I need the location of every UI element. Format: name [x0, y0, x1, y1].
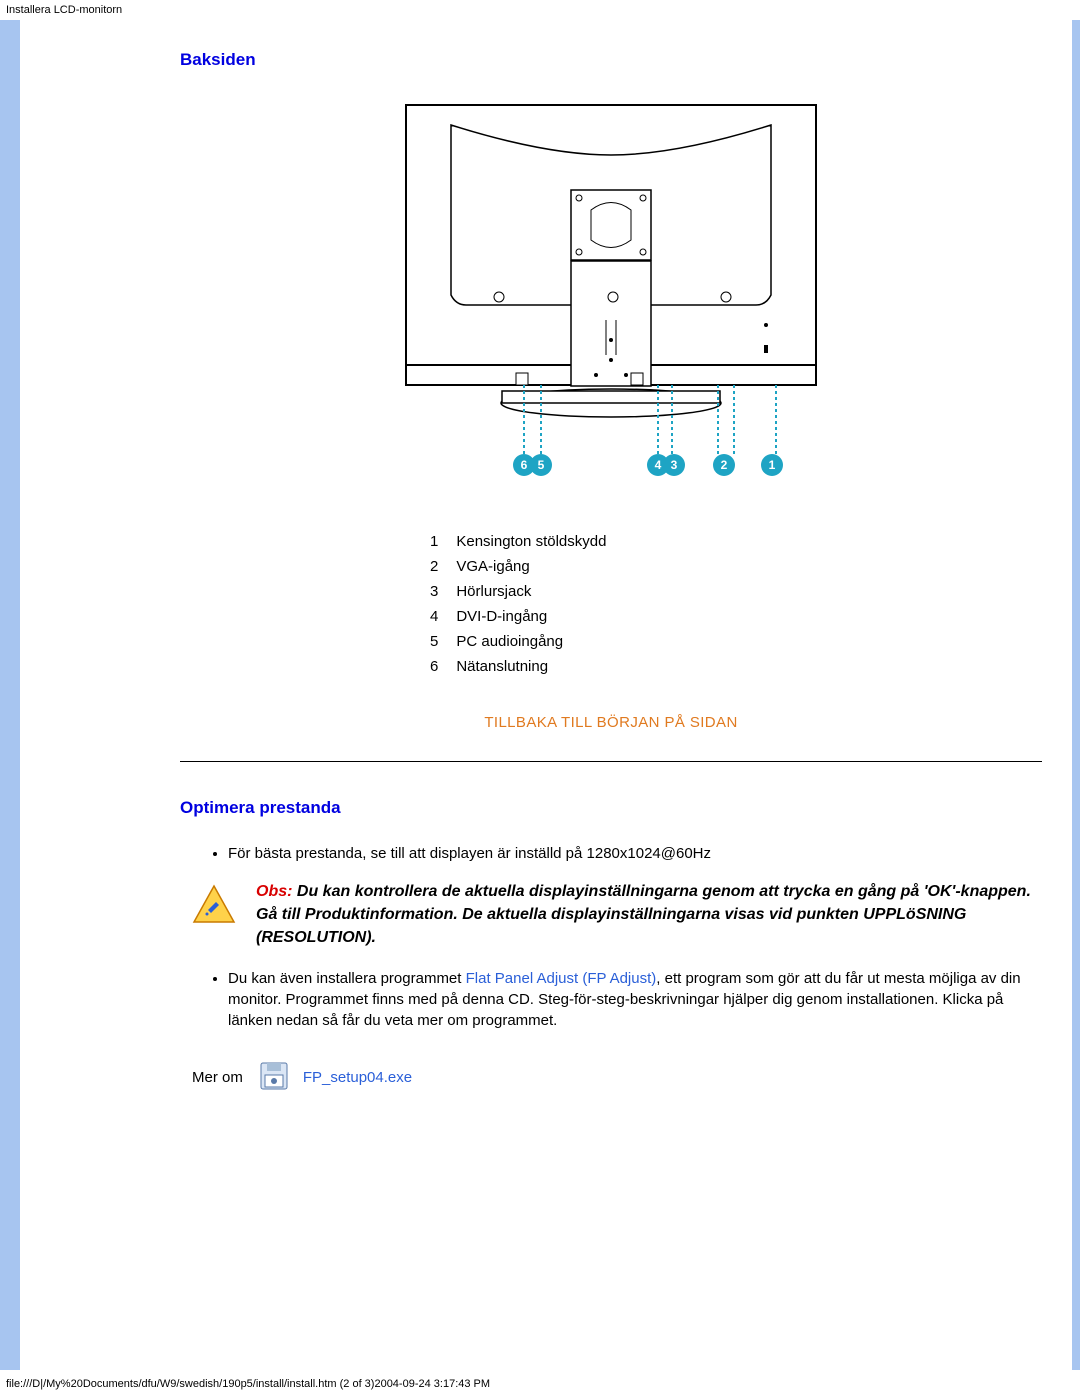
table-row: 3Hörlursjack [430, 579, 624, 604]
svg-text:4: 4 [655, 458, 662, 472]
rear-view-diagram: 6 5 4 3 2 1 [180, 95, 1042, 499]
section-title-baksiden: Baksiden [180, 50, 1042, 70]
bullet2-pre: Du kan även installera programmet [228, 970, 466, 987]
svg-text:6: 6 [521, 458, 528, 472]
exe-link[interactable]: FP_setup04.exe [303, 1069, 412, 1086]
content-frame: Baksiden [0, 20, 1080, 1370]
bullet-item: För bästa prestanda, se till att display… [228, 843, 1042, 864]
note-text: Obs: Du kan kontrollera de aktuella disp… [256, 880, 1042, 950]
table-row: 4DVI-D-ingång [430, 604, 624, 629]
table-row: 2VGA-igång [430, 554, 624, 579]
connector-legend-table: 1Kensington stöldskydd 2VGA-igång 3Hörlu… [430, 529, 624, 679]
table-row: 1Kensington stöldskydd [430, 529, 624, 554]
table-row: 6Nätanslutning [430, 654, 624, 679]
note-obs-label: Obs: [256, 883, 292, 900]
svg-text:5: 5 [538, 458, 545, 472]
page-header-label: Installera LCD-monitorn [0, 0, 1080, 20]
svg-text:1: 1 [769, 458, 776, 472]
mer-om-label: Mer om [192, 1069, 243, 1086]
section-divider [180, 761, 1042, 762]
warning-icon [192, 884, 236, 928]
section-title-optimera: Optimera prestanda [180, 798, 1042, 818]
back-to-top-link[interactable]: TILLBAKA TILL BÖRJAN PÅ SIDAN [484, 714, 737, 731]
bullet-item: Du kan även installera programmet Flat P… [228, 968, 1042, 1031]
fp-adjust-link[interactable]: Flat Panel Adjust (FP Adjust) [466, 970, 657, 987]
footer-path: file:///D|/My%20Documents/dfu/W9/swedish… [0, 1370, 1080, 1396]
note-body: Du kan kontrollera de aktuella displayin… [256, 883, 1031, 946]
table-row: 5PC audioingång [430, 629, 624, 654]
svg-text:3: 3 [671, 458, 678, 472]
floppy-disk-icon [259, 1061, 289, 1095]
svg-text:2: 2 [721, 458, 728, 472]
